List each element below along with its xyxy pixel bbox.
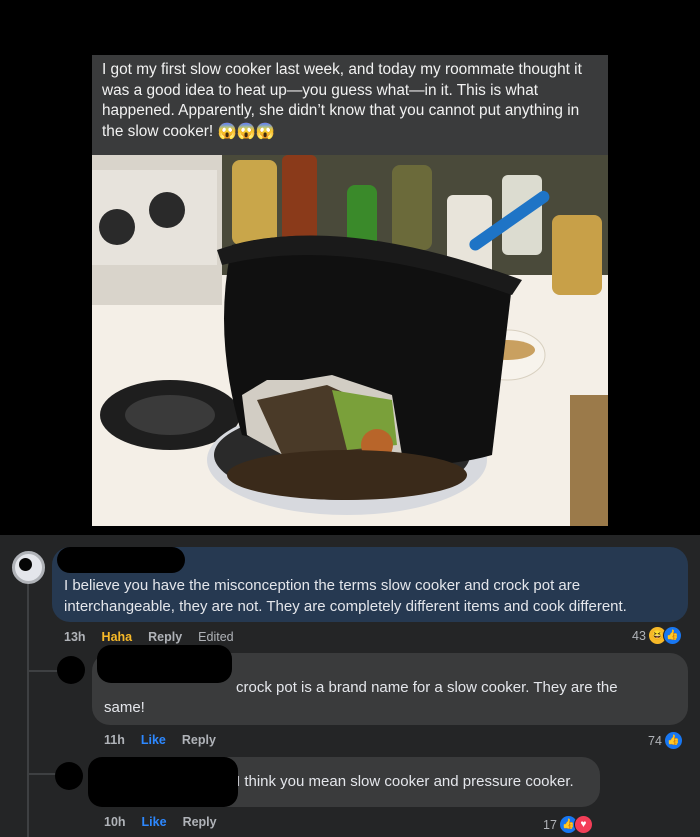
post-photo[interactable] [92, 155, 608, 526]
redacted-author-name [88, 757, 238, 807]
post: I got my first slow cooker last week, an… [0, 0, 700, 535]
like-icon: 👍 [663, 731, 683, 750]
melted-slow-cooker-photo [92, 155, 608, 526]
avatar[interactable] [55, 762, 83, 790]
edited-label[interactable]: Edited [198, 630, 233, 644]
reply-connector [29, 670, 57, 672]
redacted-author-name [57, 547, 185, 573]
comment-text: I believe you have the misconception the… [64, 577, 627, 615]
like-button[interactable]: Like [142, 815, 167, 829]
reaction-summary[interactable]: 74 👍 [648, 731, 683, 750]
comments-section: I believe you have the misconception the… [0, 535, 700, 837]
reaction-count: 17 [543, 817, 557, 832]
comment-actions: 10h Like Reply [104, 815, 217, 829]
reply-button[interactable]: Reply [182, 733, 216, 747]
comment-timestamp[interactable]: 10h [104, 815, 126, 829]
comment-text: same! [104, 699, 145, 716]
like-icon: 👍 [662, 626, 682, 645]
love-icon: ♥ [573, 815, 593, 834]
comment-timestamp[interactable]: 11h [104, 733, 125, 747]
comment-text: I think you mean slow cooker and pressur… [236, 773, 574, 790]
reaction-summary[interactable]: 43 😆 👍 [632, 626, 682, 645]
reaction-count: 43 [632, 628, 646, 643]
avatar[interactable] [12, 551, 45, 584]
comment-actions: 13h Haha Reply Edited [64, 630, 234, 644]
haha-reaction-button[interactable]: Haha [102, 630, 133, 644]
comment-timestamp[interactable]: 13h [64, 630, 86, 644]
thread-line [27, 581, 29, 837]
reaction-summary[interactable]: 17 👍 ♥ [543, 815, 593, 834]
redacted-author-name [97, 645, 232, 683]
reply-connector [29, 773, 57, 775]
comment-text: crock pot is a brand name for a slow coo… [236, 679, 618, 696]
comment-actions: 11h Like Reply [104, 733, 216, 747]
avatar[interactable] [57, 656, 85, 684]
like-button[interactable]: Like [141, 733, 166, 747]
post-caption: I got my first slow cooker last week, an… [92, 55, 608, 155]
reply-button[interactable]: Reply [148, 630, 182, 644]
reply-button[interactable]: Reply [183, 815, 217, 829]
reaction-count: 74 [648, 733, 662, 748]
